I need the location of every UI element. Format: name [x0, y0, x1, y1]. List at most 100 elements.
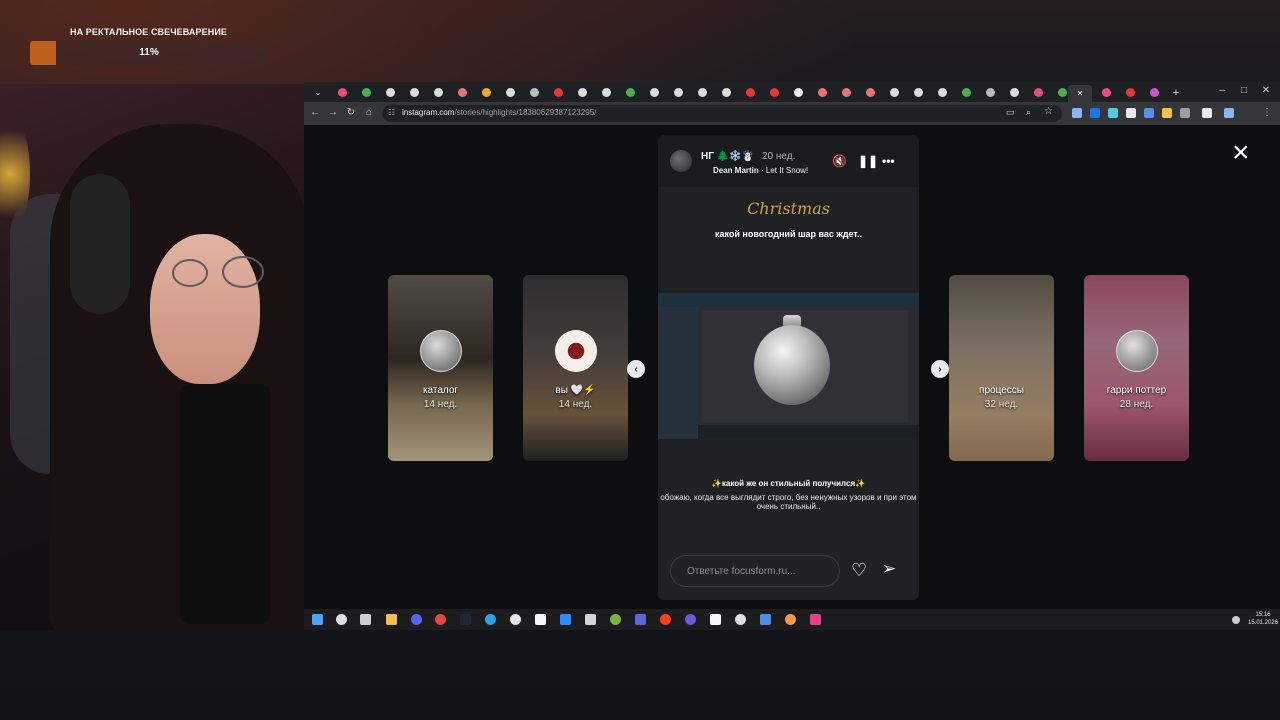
tab-favicon-icon: [1149, 88, 1159, 97]
mute-icon[interactable]: 🔇: [832, 154, 847, 168]
home-icon[interactable]: ⌂: [362, 107, 376, 118]
bookmark-star-icon[interactable]: ☆: [1044, 106, 1053, 117]
browser-tab[interactable]: [954, 85, 978, 100]
browser-tab[interactable]: [474, 85, 498, 100]
browser-tab[interactable]: [666, 85, 690, 100]
task-view-icon[interactable]: [360, 614, 371, 625]
story-music[interactable]: Dean Martin · Let It Snow!: [713, 166, 808, 175]
extension-icon[interactable]: [1072, 108, 1082, 118]
close-window-button[interactable]: ✕: [1258, 85, 1274, 96]
cast-icon[interactable]: ▭: [1006, 107, 1015, 118]
browser-tab[interactable]: [1118, 85, 1142, 100]
browser-tab[interactable]: [378, 85, 402, 100]
maximize-button[interactable]: □: [1236, 85, 1252, 96]
site-info-icon[interactable]: ☷: [388, 108, 395, 117]
browser-tab[interactable]: [546, 85, 570, 100]
browser-tab[interactable]: [906, 85, 930, 100]
extension-icon[interactable]: [1108, 108, 1118, 118]
close-icon[interactable]: ×: [1232, 138, 1250, 168]
highlight-card[interactable]: каталог 14 нед.: [388, 275, 493, 461]
chart-app-icon[interactable]: [760, 614, 771, 625]
puzzle-icon[interactable]: [1202, 108, 1212, 118]
start-icon[interactable]: [312, 614, 323, 625]
browser-tab-active[interactable]: ✕: [1068, 85, 1092, 102]
browser-tab[interactable]: [1094, 85, 1118, 100]
tab-search-button[interactable]: ⌄: [306, 85, 330, 100]
yandex-icon[interactable]: [660, 614, 671, 625]
tab-favicon-icon: [961, 88, 971, 97]
browser-tab[interactable]: [570, 85, 594, 100]
browser-tab[interactable]: [930, 85, 954, 100]
app-icon[interactable]: [735, 614, 746, 625]
app-icon[interactable]: [585, 614, 596, 625]
browser-tab[interactable]: [738, 85, 762, 100]
discord-icon[interactable]: [411, 614, 422, 625]
next-story-button[interactable]: ›: [931, 360, 949, 378]
taskbar-clock[interactable]: 15:16 15.01.2026: [1248, 611, 1278, 627]
browser-tab[interactable]: [810, 85, 834, 100]
menu-dots-icon[interactable]: ⋮: [1260, 107, 1274, 118]
new-tab-button[interactable]: +: [1164, 85, 1188, 100]
heart-icon[interactable]: ♡: [851, 560, 867, 581]
browser-tab[interactable]: [642, 85, 666, 100]
browser-tab[interactable]: [834, 85, 858, 100]
minimize-button[interactable]: –: [1214, 85, 1230, 96]
highlight-card[interactable]: вы 🤍⚡ 14 нед.: [523, 275, 628, 461]
browser-tab[interactable]: [330, 85, 354, 100]
story-title[interactable]: НГ 🌲❄️☃️: [701, 151, 754, 162]
previous-story-button[interactable]: ‹: [627, 360, 645, 378]
app-icon[interactable]: [635, 614, 646, 625]
app-icon[interactable]: [560, 614, 571, 625]
extension-icon[interactable]: [1144, 108, 1154, 118]
browser-tab[interactable]: [1002, 85, 1026, 100]
chrome-icon[interactable]: [435, 614, 446, 625]
app-icon[interactable]: [610, 614, 621, 625]
extension-icon[interactable]: [1126, 108, 1136, 118]
browser-tab[interactable]: [762, 85, 786, 100]
send-icon[interactable]: ➢: [882, 559, 896, 579]
extension-icon[interactable]: [1162, 108, 1172, 118]
browser-tab[interactable]: [426, 85, 450, 100]
zoom-icon[interactable]: ⌕: [1026, 107, 1031, 118]
profile-icon[interactable]: [1224, 108, 1234, 118]
file-explorer-icon[interactable]: [386, 614, 397, 625]
browser-tab[interactable]: [858, 85, 882, 100]
reply-input[interactable]: Ответьте focusform.ru...: [670, 555, 840, 587]
app-icon[interactable]: [810, 614, 821, 625]
reload-icon[interactable]: ↻: [344, 107, 358, 118]
browser-tab[interactable]: [594, 85, 618, 100]
pause-icon[interactable]: ❚❚: [858, 154, 878, 168]
more-icon[interactable]: •••: [882, 154, 895, 168]
browser-tab[interactable]: [450, 85, 474, 100]
browser-tab[interactable]: [402, 85, 426, 100]
browser-tab[interactable]: [786, 85, 810, 100]
browser-tab[interactable]: [354, 85, 378, 100]
app-icon[interactable]: [685, 614, 696, 625]
obs-icon[interactable]: [510, 614, 521, 625]
notepad-icon[interactable]: [535, 614, 546, 625]
avatar[interactable]: [670, 150, 692, 172]
network-icon[interactable]: [1232, 616, 1240, 624]
browser-tab[interactable]: [882, 85, 906, 100]
browser-tab[interactable]: [1142, 85, 1166, 100]
browser-tab[interactable]: [498, 85, 522, 100]
address-bar[interactable]: ☷ instagram.com/stories/highlights/18380…: [382, 105, 1062, 122]
document-icon[interactable]: [710, 614, 721, 625]
highlight-card[interactable]: процессы 32 нед.: [949, 275, 1054, 461]
browser-tab[interactable]: [978, 85, 1002, 100]
extension-icon[interactable]: [1180, 108, 1190, 118]
goal-title: НА РЕКТАЛЬНОЕ СВЕЧЕВАРЕНИЕ: [70, 27, 228, 37]
search-icon[interactable]: [336, 614, 347, 625]
highlight-card[interactable]: гарри поттер 28 нед.: [1084, 275, 1189, 461]
steam-icon[interactable]: [460, 614, 471, 625]
browser-tab[interactable]: [714, 85, 738, 100]
forward-icon[interactable]: →: [326, 107, 340, 118]
browser-tab[interactable]: [522, 85, 546, 100]
browser-tab[interactable]: [690, 85, 714, 100]
extension-icon[interactable]: [1090, 108, 1100, 118]
browser-tab[interactable]: [618, 85, 642, 100]
back-icon[interactable]: ←: [308, 107, 322, 118]
browser-tab[interactable]: [1026, 85, 1050, 100]
app-icon[interactable]: [785, 614, 796, 625]
telegram-icon[interactable]: [485, 614, 496, 625]
